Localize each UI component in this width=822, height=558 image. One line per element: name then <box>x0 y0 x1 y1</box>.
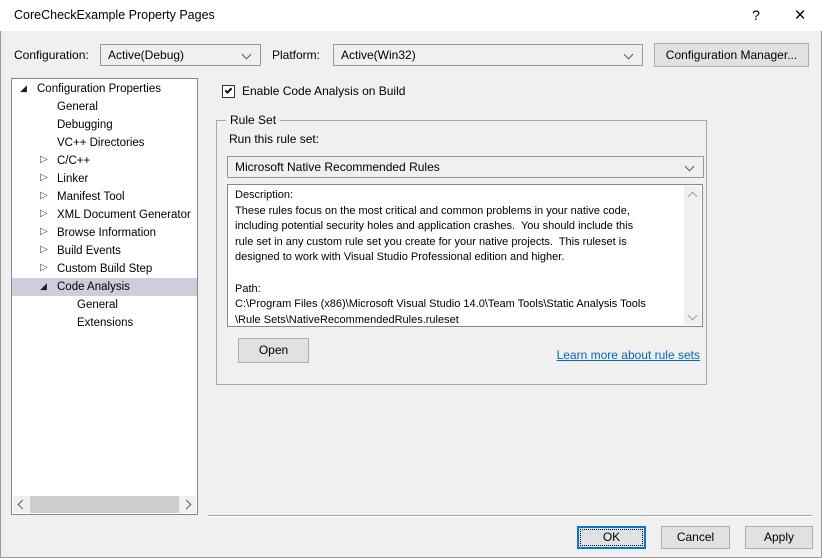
open-button[interactable]: Open <box>238 338 309 363</box>
check-icon <box>224 85 233 94</box>
tree-item-general[interactable]: General <box>12 98 197 116</box>
configuration-select[interactable]: Active(Debug) <box>100 44 261 66</box>
platform-selected-value: Active(Win32) <box>341 48 416 62</box>
tree-item-label: Extensions <box>77 317 134 329</box>
dialog-title: CoreCheckExample Property Pages <box>14 8 215 22</box>
tree-item-vc-directories[interactable]: VC++ Directories <box>12 134 197 152</box>
tree-items: ◢ Configuration Properties General Debuggin… <box>12 80 197 496</box>
tree-item-label: Configuration Properties <box>37 83 162 95</box>
tree-item-build-events[interactable]: ▷ Build Events <box>12 242 197 260</box>
expand-arrow-icon[interactable]: ▷ <box>40 259 57 277</box>
tree-item-general[interactable]: General <box>12 296 197 314</box>
collapse-arrow-icon[interactable]: ◢ <box>20 80 37 97</box>
tree-item-label: VC++ Directories <box>57 137 145 149</box>
tree-item-label: C/C++ <box>57 155 91 167</box>
close-icon: × <box>794 5 806 26</box>
scroll-down-arrow-icon[interactable] <box>684 308 701 325</box>
tree-item-xml-document-generator[interactable]: ▷ XML Document Generator <box>12 206 197 224</box>
chevron-down-icon <box>241 49 252 60</box>
property-pages-dialog: CoreCheckExample Property Pages ? × Conf… <box>0 0 822 558</box>
cancel-button[interactable]: Cancel <box>661 526 730 549</box>
expand-arrow-icon[interactable]: ▷ <box>40 223 57 241</box>
help-button[interactable]: ? <box>738 0 774 31</box>
footer-separator <box>208 515 812 517</box>
tree-item-custom-build-step[interactable]: ▷ Custom Build Step <box>12 260 197 278</box>
learn-more-link[interactable]: Learn more about rule sets <box>557 348 700 362</box>
description-vertical-scrollbar[interactable] <box>684 186 701 325</box>
configuration-label: Configuration: <box>14 48 89 62</box>
tree-item-label: Manifest Tool <box>57 191 125 203</box>
chevron-down-icon <box>623 49 634 60</box>
configuration-manager-button[interactable]: Configuration Manager... <box>654 43 809 67</box>
platform-select[interactable]: Active(Win32) <box>333 44 643 66</box>
rule-set-select[interactable]: Microsoft Native Recommended Rules <box>227 156 704 178</box>
tree-item-configuration-properties[interactable]: ◢ Configuration Properties <box>12 80 197 98</box>
expand-arrow-icon[interactable]: ▷ <box>40 205 57 223</box>
configuration-selected-value: Active(Debug) <box>108 48 185 62</box>
tree-horizontal-scrollbar[interactable] <box>13 496 196 513</box>
tree-item-debugging[interactable]: Debugging <box>12 116 197 134</box>
tree-item-label: Custom Build Step <box>57 263 153 275</box>
tree-item-code-analysis[interactable]: ◢ Code Analysis <box>12 278 197 296</box>
property-tree-panel: ◢ Configuration Properties General Debuggin… <box>11 78 198 515</box>
chevron-down-icon <box>684 161 695 172</box>
tree-item-label: General <box>77 299 118 311</box>
expand-arrow-icon[interactable]: ▷ <box>40 169 57 187</box>
collapse-arrow-icon[interactable]: ◢ <box>40 277 57 295</box>
tree-item-label: Code Analysis <box>57 281 130 293</box>
enable-code-analysis-row: Enable Code Analysis on Build <box>222 83 405 99</box>
rule-set-description-box: Description: These rules focus on the mo… <box>227 184 703 327</box>
apply-button[interactable]: Apply <box>745 526 813 549</box>
tree-item-c-c[interactable]: ▷ C/C++ <box>12 152 197 170</box>
rule-set-groupbox: Rule Set Run this rule set: Microsoft Na… <box>216 113 707 385</box>
tree-item-label: Browse Information <box>57 227 157 239</box>
tree-item-label: XML Document Generator <box>57 209 191 221</box>
expand-arrow-icon[interactable]: ▷ <box>40 187 57 205</box>
rule-set-selected-value: Microsoft Native Recommended Rules <box>235 160 440 174</box>
expand-arrow-icon[interactable]: ▷ <box>40 241 57 259</box>
scroll-right-arrow-icon[interactable] <box>179 496 196 513</box>
scroll-up-arrow-icon[interactable] <box>684 186 701 203</box>
help-icon: ? <box>752 7 760 23</box>
tree-item-label: Debugging <box>57 119 113 131</box>
ok-button[interactable]: OK <box>577 526 646 549</box>
rule-set-group-title: Rule Set <box>226 113 281 127</box>
rule-set-description-text: Description: These rules focus on the mo… <box>235 189 646 324</box>
enable-code-analysis-label: Enable Code Analysis on Build <box>242 84 406 98</box>
tree-item-label: General <box>57 101 98 113</box>
close-button[interactable]: × <box>782 0 818 31</box>
tree-item-browse-information[interactable]: ▷ Browse Information <box>12 224 197 242</box>
scrollbar-thumb[interactable] <box>30 496 179 513</box>
run-rule-set-label: Run this rule set: <box>229 132 320 146</box>
tree-item-label: Build Events <box>57 245 121 257</box>
scroll-left-arrow-icon[interactable] <box>13 496 30 513</box>
title-bar: CoreCheckExample Property Pages ? × <box>0 0 822 31</box>
platform-label: Platform: <box>272 48 321 62</box>
expand-arrow-icon[interactable]: ▷ <box>40 151 57 169</box>
enable-code-analysis-checkbox[interactable] <box>222 84 235 98</box>
tree-item-extensions[interactable]: Extensions <box>12 314 197 332</box>
tree-item-label: Linker <box>57 173 89 185</box>
tree-item-linker[interactable]: ▷ Linker <box>12 170 197 188</box>
tree-item-manifest-tool[interactable]: ▷ Manifest Tool <box>12 188 197 206</box>
